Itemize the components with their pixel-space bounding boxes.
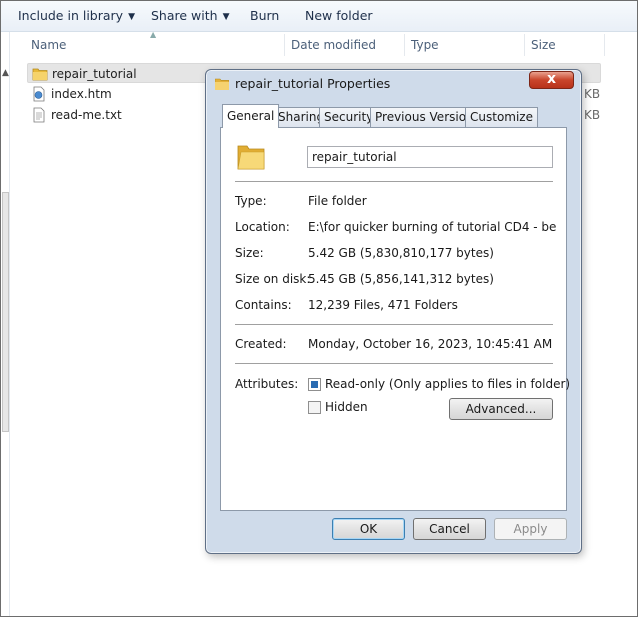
text-file-icon xyxy=(33,107,45,123)
attributes-label: Attributes: xyxy=(235,377,299,391)
advanced-button[interactable]: Advanced... xyxy=(449,398,553,420)
divider xyxy=(235,324,553,325)
size-value: 5.42 GB (5,830,810,177 bytes) xyxy=(308,246,494,260)
include-in-library-label: Include in library xyxy=(18,8,124,23)
share-with-label: Share with xyxy=(151,8,218,23)
file-name: index.htm xyxy=(51,87,112,101)
properties-dialog: repair_tutorial Properties x General Sha… xyxy=(205,69,582,554)
folder-name-input[interactable] xyxy=(307,146,553,168)
hidden-checkbox[interactable] xyxy=(308,401,321,414)
html-file-icon xyxy=(33,86,45,102)
column-header-name[interactable]: Name xyxy=(25,34,285,56)
readonly-checkbox[interactable] xyxy=(308,378,321,391)
ok-button[interactable]: OK xyxy=(332,518,405,540)
size-on-disk-label: Size on disk: xyxy=(235,272,311,286)
scroll-up-icon[interactable]: ▲ xyxy=(2,68,9,78)
hidden-label: Hidden xyxy=(325,400,368,414)
tab-customize[interactable]: Customize xyxy=(465,107,538,127)
dialog-title: repair_tutorial Properties xyxy=(235,76,391,91)
file-size: KB xyxy=(584,87,601,101)
created-value: Monday, October 16, 2023, 10:45:41 AM xyxy=(308,337,553,351)
column-header-date-modified[interactable]: Date modified xyxy=(285,34,405,56)
folder-icon xyxy=(215,78,229,90)
dropdown-arrow-icon: ▼ xyxy=(222,12,230,22)
divider xyxy=(235,363,553,364)
file-name: repair_tutorial xyxy=(52,67,137,81)
navigation-scrollbar-thumb[interactable] xyxy=(2,192,9,432)
file-name: read-me.txt xyxy=(51,108,122,122)
readonly-label: Read-only (Only applies to files in fold… xyxy=(325,377,571,391)
type-label: Type: xyxy=(235,194,267,208)
location-value: E:\for quicker burning of tutorial CD4 -… xyxy=(308,220,556,234)
close-button[interactable]: x xyxy=(529,71,574,89)
created-label: Created: xyxy=(235,337,287,351)
general-tab-panel: Type: File folder Location: E:\for quick… xyxy=(220,127,571,511)
include-in-library-menu[interactable]: Include in library ▼ xyxy=(18,8,135,23)
cancel-button[interactable]: Cancel xyxy=(413,518,486,540)
navigation-pane[interactable]: ▲ xyxy=(1,32,10,616)
folder-icon xyxy=(32,68,48,81)
dropdown-arrow-icon: ▼ xyxy=(128,12,135,22)
location-label: Location: xyxy=(235,220,290,234)
folder-icon xyxy=(237,145,265,170)
contains-label: Contains: xyxy=(235,298,292,312)
size-label: Size: xyxy=(235,246,264,260)
command-bar: Include in library ▼ Share with ▼ Burn New… xyxy=(1,1,637,32)
share-with-menu[interactable]: Share with ▼ xyxy=(151,8,230,23)
divider xyxy=(235,181,553,182)
dialog-titlebar[interactable]: repair_tutorial Properties x xyxy=(206,70,581,98)
close-icon: x xyxy=(546,71,557,87)
apply-button[interactable]: Apply xyxy=(494,518,567,540)
size-on-disk-value: 5.45 GB (5,856,141,312 bytes) xyxy=(308,272,494,286)
column-header-size[interactable]: Size xyxy=(525,34,605,56)
file-size: KB xyxy=(584,108,601,122)
column-header-type[interactable]: Type xyxy=(405,34,525,56)
contains-value: 12,239 Files, 471 Folders xyxy=(308,298,458,312)
burn-button[interactable]: Burn xyxy=(250,8,279,23)
new-folder-button[interactable]: New folder xyxy=(305,8,373,23)
type-value: File folder xyxy=(308,194,367,208)
explorer-window: Include in library ▼ Share with ▼ Burn New… xyxy=(0,0,638,617)
tab-general[interactable]: General xyxy=(222,104,280,128)
